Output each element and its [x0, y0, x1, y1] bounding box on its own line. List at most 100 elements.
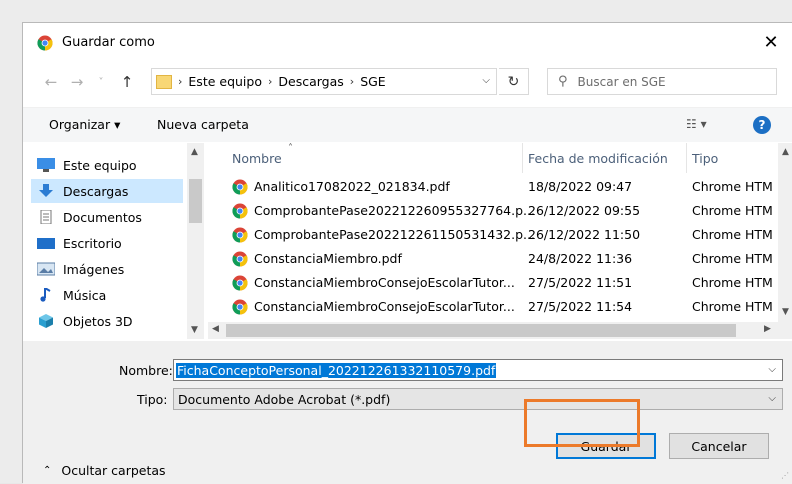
folder-icon [156, 74, 172, 89]
search-input[interactable]: ⚲ Buscar en SGE [547, 68, 777, 95]
sidebar-item-label: Este equipo [63, 157, 137, 173]
column-header-type[interactable]: Tipo [692, 143, 718, 173]
chrome-icon [232, 299, 248, 315]
save-options-area: Nombre: FichaConceptoPersonal_2022122613… [23, 341, 792, 484]
file-row[interactable]: ConstanciaMiembroConsejoEscolarTutor... 2… [208, 271, 778, 295]
filetype-label: Tipo: [137, 392, 168, 407]
file-list-scrollbar[interactable]: ▲ ▼ [778, 143, 792, 339]
resize-grip-icon[interactable]: ⋰ [781, 471, 789, 480]
help-icon[interactable]: ? [753, 116, 771, 134]
sidebar-item-label: Documentos [63, 209, 142, 225]
sidebar-item-imagenes[interactable]: Imágenes [31, 257, 183, 281]
file-row[interactable]: ConstanciaMiembroConsejoEscolarTutor... 2… [208, 295, 778, 319]
sidebar-item-documentos[interactable]: Documentos [31, 205, 183, 229]
column-header-name[interactable]: Nombre [232, 143, 282, 173]
file-type: Chrome HTM [692, 203, 773, 218]
recent-locations-icon[interactable]: ˅ [93, 65, 109, 99]
sidebar-item-descargas[interactable]: Descargas [31, 179, 183, 203]
filename-label: Nombre: [119, 363, 173, 378]
scroll-down-icon[interactable]: ▼ [782, 307, 789, 317]
view-options-icon[interactable]: ☷ ▾ [686, 117, 707, 131]
file-date: 24/8/2022 11:36 [528, 251, 633, 266]
scrollbar-thumb[interactable] [189, 179, 202, 223]
file-date: 26/12/2022 09:55 [528, 203, 641, 218]
document-icon [40, 210, 52, 224]
sort-ascending-icon: ˄ [288, 143, 293, 154]
cube-icon [39, 314, 53, 328]
hide-folders-label: Ocultar carpetas [61, 463, 166, 478]
file-row[interactable]: ComprobantePase202212261150531432.p... 26… [208, 223, 778, 247]
command-toolbar: Organizar ▾ Nueva carpeta ☷ ▾ ? [23, 107, 792, 142]
sidebar-item-musica[interactable]: Música [31, 283, 183, 307]
column-divider[interactable] [686, 143, 687, 173]
back-icon[interactable]: ← [41, 65, 61, 99]
window-title: Guardar como [62, 35, 155, 50]
music-icon [40, 288, 51, 302]
new-folder-button[interactable]: Nueva carpeta [157, 117, 249, 132]
scroll-down-icon[interactable]: ▼ [191, 325, 198, 335]
desktop-icon [37, 238, 55, 249]
file-name: ConstanciaMiembroConsejoEscolarTutor... [254, 299, 515, 314]
filetype-select[interactable]: Documento Adobe Acrobat (*.pdf) ⌵ [173, 388, 783, 410]
sidebar-item-label: Imágenes [63, 261, 125, 277]
column-divider[interactable] [522, 143, 523, 173]
save-as-dialog: Guardar como ✕ ← → ˅ ↑ › Este equipo › D… [22, 22, 792, 484]
file-row[interactable]: Analitico17082022_021834.pdf 18/8/2022 09… [208, 175, 778, 199]
sidebar-item-este-equipo[interactable]: Este equipo [31, 153, 183, 177]
scroll-up-icon[interactable]: ▲ [191, 147, 198, 157]
scroll-left-icon[interactable]: ◀ [212, 324, 219, 334]
download-icon [39, 184, 53, 197]
save-button-highlight [524, 399, 640, 447]
organize-menu[interactable]: Organizar ▾ [49, 117, 120, 132]
breadcrumb-sge[interactable]: SGE [360, 74, 386, 89]
horizontal-scrollbar[interactable]: ◀ ▶ [208, 322, 778, 339]
up-icon[interactable]: ↑ [117, 65, 137, 99]
chevron-right-icon: › [267, 75, 273, 88]
file-name: Analitico17082022_021834.pdf [254, 179, 450, 194]
scroll-right-icon[interactable]: ▶ [764, 324, 771, 334]
scroll-up-icon[interactable]: ▲ [782, 147, 789, 157]
chevron-right-icon: › [178, 75, 183, 88]
scrollbar-thumb[interactable] [226, 324, 736, 337]
column-header-modified[interactable]: Fecha de modificación [528, 143, 668, 173]
sidebar-item-objetos-3d[interactable]: Objetos 3D [31, 309, 183, 333]
navigation-pane: Este equipo Descargas Documentos Escrito… [23, 143, 206, 339]
chevron-down-icon[interactable]: ⌵ [768, 393, 776, 404]
computer-icon [37, 158, 55, 172]
breadcrumb-este-equipo[interactable]: Este equipo [188, 74, 262, 89]
sidebar-item-escritorio[interactable]: Escritorio [31, 231, 183, 255]
search-icon: ⚲ [558, 74, 568, 89]
chevron-down-icon[interactable]: ⌵ [768, 364, 776, 375]
address-bar[interactable]: › Este equipo › Descargas › SGE ⌵ [151, 68, 497, 95]
cancel-button[interactable]: Cancelar [669, 433, 769, 459]
file-row[interactable]: ComprobantePase202212260955327764.p... 26… [208, 199, 778, 223]
chrome-icon [232, 203, 248, 219]
chrome-icon [232, 179, 248, 195]
breadcrumb-descargas[interactable]: Descargas [278, 74, 343, 89]
sidebar-item-label: Escritorio [63, 235, 122, 251]
chevron-right-icon: › [349, 75, 355, 88]
title-bar: Guardar como ✕ [23, 23, 792, 63]
filetype-value: Documento Adobe Acrobat (*.pdf) [178, 391, 391, 407]
image-icon [37, 262, 55, 276]
file-type: Chrome HTM [692, 227, 773, 242]
chevron-up-icon: ⌃ [43, 465, 52, 476]
close-button[interactable]: ✕ [751, 27, 791, 57]
chrome-icon [232, 227, 248, 243]
file-type: Chrome HTM [692, 251, 773, 266]
sidebar-item-label: Descargas [63, 183, 129, 199]
hide-folders-toggle[interactable]: ⌃ Ocultar carpetas [43, 463, 166, 478]
chrome-icon [232, 251, 248, 267]
forward-icon[interactable]: → [67, 65, 87, 99]
file-name: ConstanciaMiembro.pdf [254, 251, 402, 266]
filename-value[interactable]: FichaConceptoPersonal_202212261332110579… [176, 362, 497, 378]
filename-field[interactable]: FichaConceptoPersonal_202212261332110579… [173, 359, 783, 381]
refresh-button[interactable]: ↻ [499, 68, 529, 95]
file-row[interactable]: ConstanciaMiembro.pdf 24/8/2022 11:36 Chro… [208, 247, 778, 271]
file-name: ConstanciaMiembroConsejoEscolarTutor... [254, 275, 515, 290]
sidebar-item-label: Objetos 3D [63, 313, 133, 329]
file-type: Chrome HTM [692, 275, 773, 290]
file-name: ComprobantePase202212260955327764.p... [254, 203, 535, 218]
chevron-down-icon[interactable]: ⌵ [482, 75, 490, 86]
navigation-pane-scrollbar[interactable]: ▲ ▼ [187, 143, 204, 339]
